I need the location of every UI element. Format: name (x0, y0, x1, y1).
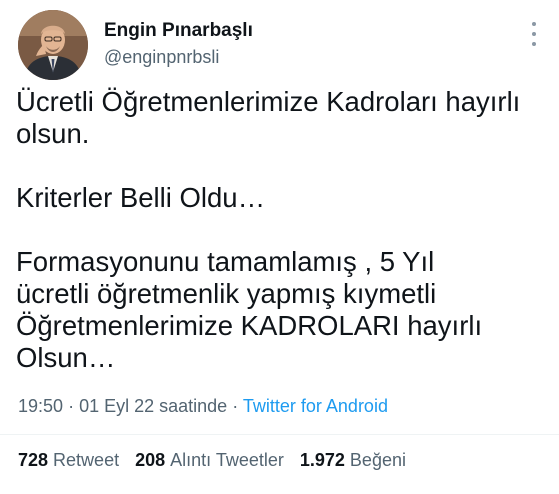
likes-label: Beğeni (349, 450, 406, 470)
retweets-label: Retweet (53, 450, 120, 470)
tweet-line: olsun. (16, 118, 90, 149)
retweets-count: 728 (18, 450, 49, 470)
tweet-date[interactable]: 01 Eyl 22 saatinde (79, 396, 227, 416)
tweet-meta: 19:50 · 01 Eyl 22 saatinde · Twitter for… (18, 396, 388, 417)
quotes-count: 208 (135, 450, 166, 470)
likes-stat[interactable]: 1.972 Beğeni (300, 450, 406, 471)
author-handle[interactable]: @enginpnrbsli (104, 47, 219, 68)
meta-separator: · (68, 396, 75, 416)
quotes-label: Alıntı Tweetler (170, 450, 284, 470)
tweet-line: Ücretli Öğretmenlerimize Kadroları hayır… (16, 86, 521, 117)
tweet-source-link[interactable]: Twitter for Android (243, 396, 388, 416)
tweet-line: Kriterler Belli Oldu… (16, 182, 266, 213)
retweets-stat[interactable]: 728 Retweet (18, 450, 119, 471)
tweet-line: ücretli öğretmenlik yapmış kıymetli (16, 278, 437, 309)
author-name[interactable]: Engin Pınarbaşlı (104, 20, 253, 42)
tweet-line: Olsun… (16, 342, 116, 373)
avatar[interactable] (18, 10, 88, 80)
tweet-text: Ücretli Öğretmenlerimize Kadroları hayır… (16, 86, 551, 374)
meta-separator: · (232, 396, 239, 416)
tweet-time[interactable]: 19:50 (18, 396, 63, 416)
tweet-line: Öğretmenlerimize KADROLARI hayırlı (16, 310, 483, 341)
tweet-card: Engin Pınarbaşlı @enginpnrbsli Ücretli Ö… (0, 0, 559, 494)
tweet-stats: 728 Retweet 208 Alıntı Tweetler 1.972 Beğen… (18, 450, 422, 471)
more-vertical-icon[interactable] (527, 22, 541, 46)
tweet-line: Formasyonunu tamamlamış , 5 Yıl (16, 246, 435, 277)
likes-count: 1.972 (299, 450, 345, 470)
quotes-stat[interactable]: 208 Alıntı Tweetler (135, 450, 284, 471)
divider (0, 434, 559, 435)
